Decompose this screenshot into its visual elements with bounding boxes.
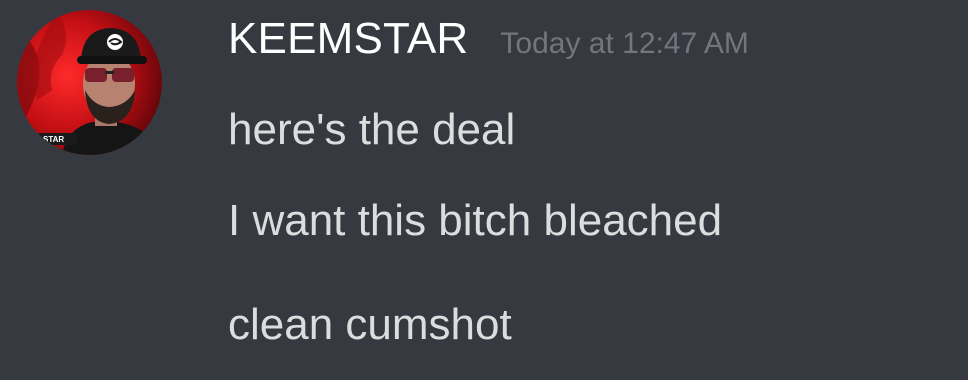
timestamp: Today at 12:47 AM (500, 27, 749, 60)
username[interactable]: KEEMSTAR (228, 14, 468, 64)
avatar-image: STAR (17, 10, 162, 155)
user-avatar[interactable]: STAR (17, 10, 162, 155)
message-text-line: clean cumshot (228, 300, 512, 349)
chat-message: STAR KEEMSTAR Today at 12:47 AM here's t… (0, 0, 968, 380)
avatar-badge-text: STAR (43, 135, 64, 144)
message-header: KEEMSTAR Today at 12:47 AM (228, 14, 749, 78)
message-text-line: here's the deal (228, 105, 516, 154)
message-text-line: I want this bitch bleached (228, 196, 723, 245)
